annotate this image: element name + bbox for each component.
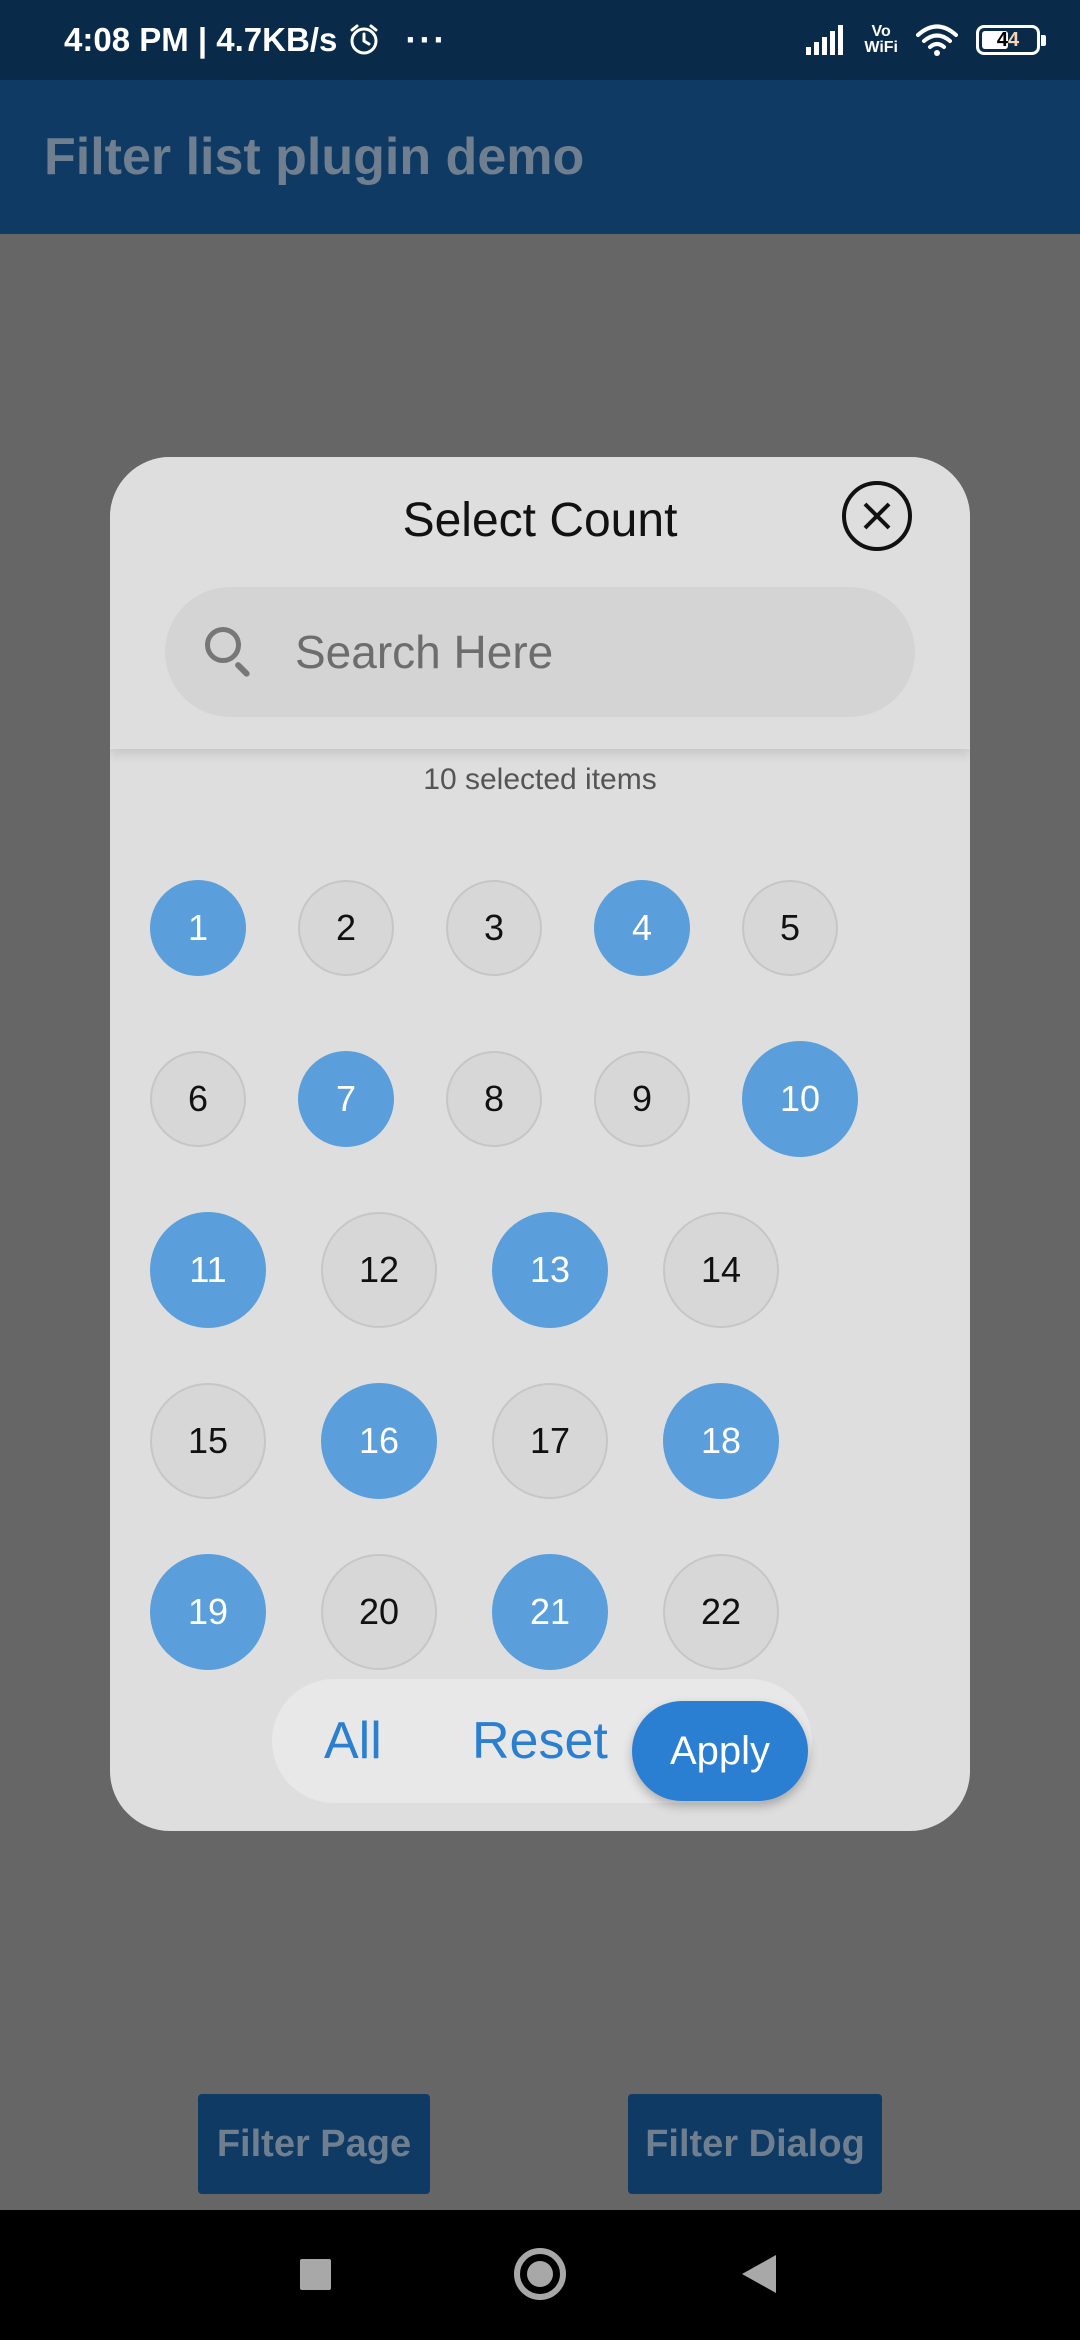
status-right: Vo WiFi 44 [806, 0, 1046, 80]
filter-dialog-button[interactable]: Filter Dialog [628, 2094, 882, 2194]
count-chip[interactable]: 5 [742, 879, 838, 976]
count-chip[interactable]: 16 [321, 1382, 437, 1499]
recents-icon[interactable] [300, 2259, 331, 2290]
status-time-speed: 4:08 PM | 4.7KB/s [64, 21, 338, 58]
app-bar: Filter list plugin demo [0, 80, 1080, 234]
count-chip[interactable]: 22 [663, 1553, 779, 1670]
count-chip[interactable]: 6 [150, 1050, 246, 1147]
count-chip[interactable]: 10 [742, 1040, 858, 1157]
select-all-button[interactable]: All [324, 1701, 382, 1781]
battery-level: 44 [996, 28, 1020, 51]
count-chip[interactable]: 3 [446, 879, 542, 976]
action-bar: All Reset Apply [272, 1679, 812, 1803]
chip-row: 11 12 13 14 [150, 1184, 950, 1355]
chip-row: 12345 [150, 842, 950, 1013]
count-chip[interactable]: 19 [150, 1553, 266, 1670]
vowifi-icon: Vo WiFi [864, 24, 898, 56]
count-chip[interactable]: 15 [150, 1382, 266, 1499]
search-icon [205, 627, 255, 678]
count-chip[interactable]: 8 [446, 1050, 542, 1147]
count-chip[interactable]: 9 [594, 1050, 690, 1147]
search-input[interactable] [295, 587, 855, 717]
alarm-icon [350, 24, 378, 55]
dialog-header: Select Count [110, 457, 970, 749]
count-chip[interactable]: 2 [298, 879, 394, 976]
status-left: 4:08 PM | 4.7KB/s ··· [64, 0, 447, 80]
navigation-bar [0, 2210, 1080, 2340]
status-bar: 4:08 PM | 4.7KB/s ··· Vo WiFi 44 [0, 0, 1080, 80]
count-chip[interactable]: 17 [492, 1382, 608, 1499]
count-chip[interactable]: 12 [321, 1211, 437, 1328]
count-chip[interactable]: 21 [492, 1553, 608, 1670]
app-title: Filter list plugin demo [44, 128, 585, 186]
filter-page-button[interactable]: Filter Page [198, 2094, 430, 2194]
count-chip[interactable]: 1 [150, 879, 246, 976]
chip-grid: 1 2 3 4 5 6 7 8 9 10 11 12 13 14 15 16 17 18 19 20 21 22 [150, 842, 950, 1697]
count-chip[interactable]: 20 [321, 1553, 437, 1670]
count-chip[interactable]: 4 [594, 879, 690, 976]
close-icon[interactable] [842, 481, 912, 551]
vowifi-bottom-label: WiFi [864, 39, 898, 56]
battery-icon: 44 [976, 25, 1046, 55]
apply-button[interactable]: Apply [632, 1701, 808, 1801]
count-chip[interactable]: 11 [150, 1211, 266, 1328]
selected-count: 10 selected items [423, 763, 657, 796]
more-notifications-icon: ··· [405, 19, 448, 60]
dialog-title: Select Count [402, 494, 678, 547]
chip-row: 6 7 8 9 10 [150, 1013, 950, 1184]
select-count-dialog: Select Count 10 selected items 123456789… [110, 457, 970, 1831]
chip-row: 19 20 21 22 [150, 1526, 950, 1697]
search-box[interactable] [165, 587, 915, 717]
count-chip[interactable]: 13 [492, 1211, 608, 1328]
reset-button[interactable]: Reset [472, 1701, 608, 1781]
home-icon[interactable] [514, 2248, 566, 2300]
signal-icon [806, 25, 844, 55]
count-chip[interactable]: 14 [663, 1211, 779, 1328]
chip-row: 15 16 17 18 [150, 1355, 950, 1526]
wifi-icon [916, 24, 958, 56]
back-icon[interactable] [742, 2255, 776, 2293]
count-chip[interactable]: 18 [663, 1382, 779, 1499]
count-chip[interactable]: 7 [298, 1050, 394, 1147]
vowifi-top-label: Vo [871, 23, 891, 40]
